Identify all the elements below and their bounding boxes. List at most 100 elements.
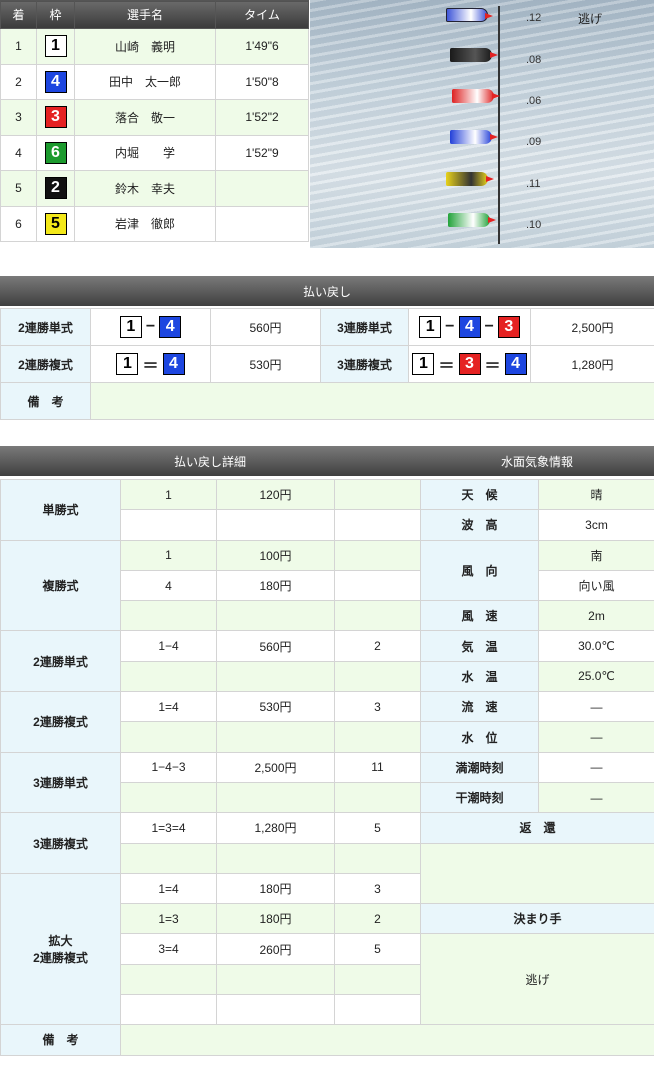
waku-badge: 1: [44, 35, 67, 58]
racer-name[interactable]: 内堀 学: [74, 134, 216, 171]
amount: 180円: [216, 569, 335, 602]
payout-amount: 1,280円: [530, 345, 654, 383]
detail-header: 払い戻し詳細 水面気象情報: [0, 446, 654, 476]
weather-value: 2m: [538, 600, 654, 632]
boat-4-icon: [450, 130, 498, 144]
col-time-header: タイム: [215, 0, 309, 29]
racer-name[interactable]: 田中 太一郎: [74, 63, 216, 100]
bet-type-fukusho: 複勝式: [0, 539, 121, 632]
combo: 1: [120, 539, 217, 571]
weather-value: ―: [538, 781, 654, 814]
start-timing: .09: [526, 136, 542, 148]
amount: 560円: [216, 630, 335, 662]
boat-2-icon: [450, 48, 498, 62]
race-time: 1'50"8: [215, 63, 309, 100]
payout-row: 2連勝複式 1 ＝ 4 530円 3連勝複式 1 ＝ 3 ＝ 4 1,280円: [0, 345, 654, 383]
racer-name[interactable]: 山崎 義明: [74, 28, 216, 65]
payout-row: 2連勝単式 1−4 560円 3連勝単式 1−4−3 2,500円: [0, 308, 654, 346]
combo: 1=4: [120, 691, 217, 723]
weather-title: 水面気象情報: [500, 455, 573, 469]
race-time: 1'49"6: [215, 28, 309, 65]
bet-type-kakudai: 拡大 2連勝複式: [0, 872, 121, 1026]
remarks-value: [120, 1024, 654, 1056]
result-row: 4 6 内堀 学 1'52"9: [0, 134, 309, 171]
amount: 1,280円: [216, 812, 335, 844]
payout-amount: 560円: [210, 308, 321, 346]
weather-value: 南: [538, 539, 654, 571]
kimarite-detail-label: 決まり手: [420, 903, 654, 935]
weather-label: 天 候: [420, 478, 539, 511]
weather-label: 水 温: [420, 660, 539, 693]
start-timing: .06: [526, 95, 542, 107]
combo: 1−4: [120, 630, 217, 662]
weather-label: 干潮時刻: [420, 781, 539, 814]
payout-table: 2連勝単式 1−4 560円 3連勝単式 1−4−3 2,500円 2連勝複式 …: [0, 308, 654, 420]
combo-1-4-3: 1−4−3: [419, 316, 520, 338]
refund-value: [420, 842, 654, 905]
results-header-row: 着 枠 選手名 タイム: [0, 0, 309, 29]
weather-label: 満潮時刻: [420, 751, 539, 783]
payout-title: 払い戻し: [302, 285, 351, 299]
col-name-header: 選手名: [74, 0, 216, 29]
payout-amount: 530円: [210, 345, 321, 383]
result-row: 3 3 落合 敬一 1'52"2: [0, 99, 309, 136]
detail-title: 払い戻し詳細: [173, 455, 246, 469]
boat-6-icon: [448, 213, 496, 227]
start-timing: .08: [526, 54, 542, 66]
amount: 180円: [216, 903, 335, 935]
payout-header: 払い戻し: [0, 276, 654, 306]
amount: 100円: [216, 539, 335, 571]
weather-value: 晴: [538, 478, 654, 511]
boat-5-icon: [446, 172, 494, 186]
popularity: 3: [334, 872, 421, 905]
combo: 4: [120, 569, 217, 602]
racer-name[interactable]: 落合 敬一: [74, 99, 216, 136]
waku-badge: 6: [44, 141, 67, 164]
weather-value: 3cm: [538, 509, 654, 541]
start-timing: .10: [526, 219, 542, 231]
remarks-value: [90, 382, 654, 420]
weather-label: 波 高: [420, 509, 539, 541]
combo: 1=4: [120, 872, 217, 905]
combo: 1−4−3: [120, 751, 217, 783]
weather-label: 風 速: [420, 600, 539, 632]
weather-label: 風 向: [420, 539, 539, 602]
racer-name[interactable]: 鈴木 幸夫: [74, 170, 216, 207]
bet-type-nirentan: 2連勝単式: [0, 630, 121, 693]
detail-table: 単勝式 1 120円 天 候 晴 波 高 3cm 複勝式 1 100円 風 向 …: [0, 478, 654, 1056]
popularity: 5: [334, 933, 421, 965]
popularity: 2: [334, 630, 421, 662]
racer-name[interactable]: 岩津 徹郎: [74, 205, 216, 242]
result-row: 5 2 鈴木 幸夫: [0, 170, 309, 207]
combo-1=3=4: 1 ＝ 3 ＝ 4: [412, 352, 527, 376]
result-row: 2 4 田中 太一郎 1'50"8: [0, 63, 309, 100]
race-time: [215, 170, 309, 207]
popularity: 3: [334, 691, 421, 723]
remarks-label: 備 考: [0, 1024, 121, 1056]
amount: 260円: [216, 933, 335, 965]
rank-cell: 5: [0, 170, 37, 207]
race-time: 1'52"2: [215, 99, 309, 136]
combo: 1=3=4: [120, 812, 217, 844]
popularity: 2: [334, 903, 421, 935]
col-waku-header: 枠: [36, 0, 75, 29]
bet-type-label: 3連勝単式: [320, 308, 409, 346]
amount: 530円: [216, 691, 335, 723]
rank-cell: 1: [0, 28, 37, 65]
bet-type-nirenpuku: 2連勝複式: [0, 691, 121, 753]
bet-type-label: 2連勝単式: [0, 308, 91, 346]
rank-cell: 3: [0, 99, 37, 136]
rank-cell: 2: [0, 63, 37, 100]
results-table: 着 枠 選手名 タイム 1 1 山崎 義明 1'49"6 2 4 田中 太一郎 …: [0, 0, 309, 242]
amount: 120円: [216, 478, 335, 511]
weather-value: 向い風: [538, 569, 654, 602]
remarks-label: 備 考: [0, 382, 91, 420]
waku-badge: 3: [44, 106, 67, 129]
bet-type-sanrenpuku: 3連勝複式: [0, 812, 121, 874]
waku-badge: 4: [44, 70, 67, 93]
remarks-row: 備 考: [0, 382, 654, 420]
popularity: 5: [334, 812, 421, 844]
kimarite-detail-value: 逃げ: [420, 933, 654, 1026]
combo: 1: [120, 478, 217, 511]
start-line: [498, 6, 500, 244]
